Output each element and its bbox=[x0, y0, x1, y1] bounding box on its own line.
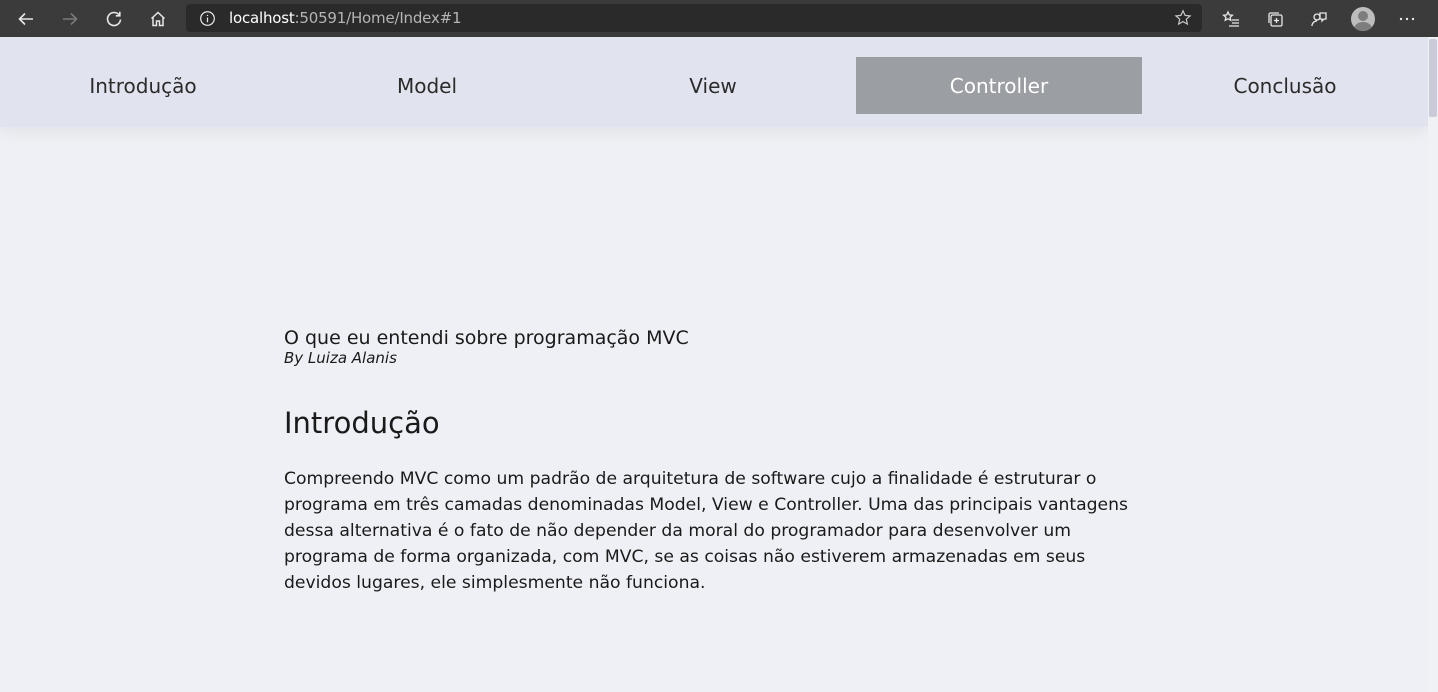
browser-actions bbox=[1209, 0, 1429, 37]
back-icon bbox=[18, 12, 33, 25]
scrollbar-thumb[interactable] bbox=[1429, 39, 1437, 117]
home-icon bbox=[150, 10, 166, 26]
intro-paragraph: Compreendo MVC como um padrão de arquite… bbox=[284, 469, 1128, 593]
forward-button[interactable] bbox=[48, 0, 92, 37]
more-button[interactable] bbox=[1385, 0, 1429, 37]
avatar bbox=[1351, 6, 1375, 31]
nav-item-controller[interactable]: Controller bbox=[856, 57, 1142, 114]
info-icon[interactable] bbox=[198, 9, 216, 27]
back-button[interactable] bbox=[4, 0, 48, 37]
address-bar[interactable]: localhost:50591/Home/Index#1 bbox=[186, 4, 1202, 32]
forward-icon bbox=[63, 12, 78, 25]
feedback-icon bbox=[1311, 11, 1327, 26]
section-heading: Introdução bbox=[284, 406, 440, 440]
nav-item-conclusao[interactable]: Conclusão bbox=[1142, 57, 1428, 114]
article: O que eu entendi sobre programação MVC B… bbox=[284, 325, 1154, 596]
profile-button[interactable] bbox=[1341, 0, 1385, 37]
site-nav: Introdução Model View Controller Conclus… bbox=[0, 37, 1428, 127]
favorites-icon bbox=[1222, 9, 1239, 27]
page-scrollbar[interactable] bbox=[1428, 37, 1438, 692]
article-title: O que eu entendi sobre programação MVC bbox=[284, 327, 689, 349]
nav-item-introducao[interactable]: Introdução bbox=[0, 57, 286, 114]
collections-button[interactable] bbox=[1253, 0, 1297, 37]
nav-item-model[interactable]: Model bbox=[284, 57, 570, 114]
star-icon[interactable] bbox=[1174, 9, 1192, 27]
url-host: localhost bbox=[229, 9, 295, 27]
url-text[interactable]: localhost:50591/Home/Index#1 bbox=[229, 9, 462, 27]
article-byline: By Luiza Alanis bbox=[284, 349, 397, 367]
feedback-button[interactable] bbox=[1297, 0, 1341, 37]
favorites-button[interactable] bbox=[1209, 0, 1253, 37]
nav-item-view[interactable]: View bbox=[570, 57, 856, 114]
collections-icon bbox=[1268, 11, 1283, 27]
home-button[interactable] bbox=[136, 0, 180, 37]
url-path: :50591/Home/Index#1 bbox=[294, 9, 462, 27]
more-icon bbox=[1399, 17, 1415, 20]
refresh-icon bbox=[106, 11, 122, 26]
refresh-button[interactable] bbox=[92, 0, 136, 37]
